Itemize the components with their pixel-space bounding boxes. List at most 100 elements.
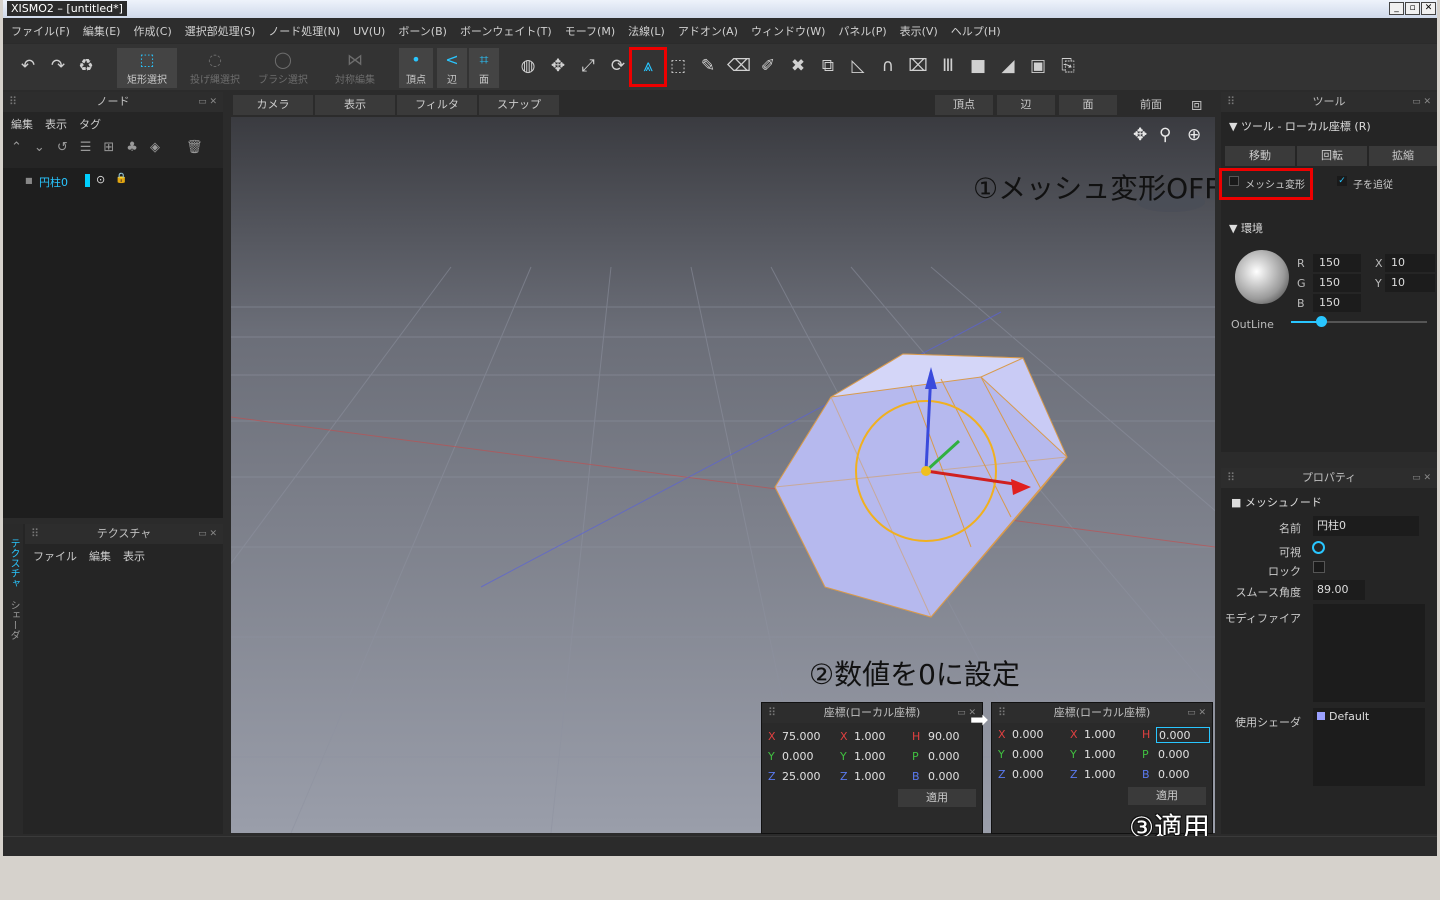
pos-x[interactable]: 75.000: [782, 729, 821, 745]
edge-mode-button[interactable]: < 辺: [437, 48, 467, 88]
edit-box-icon[interactable]: ⎘: [1057, 56, 1079, 76]
extrude-icon[interactable]: ⧉: [817, 56, 839, 76]
gizmo-center[interactable]: [921, 466, 931, 476]
film-icon[interactable]: ▣: [1027, 56, 1049, 76]
snap-dropdown[interactable]: スナップ: [479, 95, 559, 115]
panel-window-icons[interactable]: ▭ ✕: [1412, 468, 1431, 488]
dotted-rect-icon[interactable]: ⬚: [667, 56, 689, 76]
rot-b[interactable]: 0.000: [928, 769, 960, 785]
tab-rotate[interactable]: 回転: [1297, 146, 1367, 166]
symmetric-edit-button[interactable]: ⋈ 対称編集: [325, 48, 385, 88]
lasso-select-button[interactable]: ◌ 投げ縄選択: [185, 48, 245, 88]
menu-edit[interactable]: 編集(E): [83, 23, 121, 39]
trash-icon[interactable]: 🗑: [186, 140, 203, 155]
bars-icon[interactable]: Ⅲ: [937, 56, 959, 76]
drag-handle-icon[interactable]: ⠿: [9, 92, 17, 112]
texture-menu-file[interactable]: ファイル: [33, 548, 77, 564]
zoom-icon[interactable]: ⚲: [1159, 125, 1171, 145]
vertex-mode-button[interactable]: • 頂点: [399, 48, 433, 88]
outline-slider-thumb[interactable]: [1316, 316, 1327, 327]
menu-file[interactable]: ファイル(F): [11, 23, 70, 39]
arrow-up-icon[interactable]: ⌃: [11, 140, 22, 155]
pos-z[interactable]: 25.000: [782, 769, 821, 785]
close-button[interactable]: ✕: [1421, 2, 1436, 15]
rot-h[interactable]: 90.00: [928, 729, 960, 745]
brush-select-button[interactable]: ◯ ブラシ選択: [253, 48, 313, 88]
menu-addon[interactable]: アドオン(A): [678, 23, 738, 39]
pos-y[interactable]: 0.000: [782, 749, 814, 765]
crop-icon[interactable]: ⌧: [907, 56, 929, 76]
lock-checkbox[interactable]: [1313, 561, 1325, 573]
eye-icon[interactable]: ⊙: [96, 173, 105, 186]
visible-radio[interactable]: [1312, 541, 1325, 554]
tab-move[interactable]: 移動: [1225, 146, 1295, 166]
apply-button-left[interactable]: 適用: [898, 789, 976, 807]
panel-window-icons[interactable]: ▭ ✕: [1412, 92, 1431, 112]
scale-y[interactable]: 1.000: [1084, 747, 1116, 763]
drag-handle-icon[interactable]: ⠿: [1227, 468, 1235, 488]
menu-create[interactable]: 作成(C): [133, 23, 171, 39]
refresh-icon[interactable]: ↺: [57, 140, 68, 155]
menu-bone-weight[interactable]: ボーンウェイト(T): [460, 23, 552, 39]
scale-x[interactable]: 1.000: [854, 729, 886, 745]
tree-icon[interactable]: ☰: [80, 140, 92, 155]
shader-default[interactable]: Default: [1329, 710, 1369, 723]
vp-vertex-button[interactable]: 頂点: [935, 95, 993, 115]
texture-menu-edit[interactable]: 編集: [89, 548, 111, 564]
eraser-icon[interactable]: ⌫: [727, 56, 751, 76]
lock-icon[interactable]: 🔒: [115, 173, 127, 184]
menu-selection[interactable]: 選択部処理(S): [185, 23, 256, 39]
pos-y[interactable]: 0.000: [1012, 747, 1044, 763]
recycle-icon[interactable]: ♻: [75, 56, 97, 76]
node-menu-view[interactable]: 表示: [45, 116, 67, 132]
panel-window-icons[interactable]: ▭ ✕: [1187, 703, 1206, 723]
redo-icon[interactable]: ↷: [47, 56, 69, 76]
node-menu-tag[interactable]: タグ: [79, 116, 101, 132]
cube-icon[interactable]: ◈: [150, 140, 160, 155]
menu-help[interactable]: ヘルプ(H): [951, 23, 1001, 39]
env-y-input[interactable]: 10: [1385, 274, 1435, 292]
scale-y[interactable]: 1.000: [854, 749, 886, 765]
bag-icon[interactable]: ■: [967, 56, 989, 76]
node-menu-edit[interactable]: 編集: [11, 116, 33, 132]
camera-dropdown[interactable]: カメラ: [233, 95, 313, 115]
rect-select-button[interactable]: ⬚ 矩形選択: [117, 48, 177, 88]
drag-handle-icon[interactable]: ⠿: [998, 703, 1006, 723]
rotate-icon[interactable]: ⟳: [607, 56, 629, 76]
maximize-button[interactable]: ▫: [1405, 2, 1420, 15]
rot-p[interactable]: 0.000: [928, 749, 960, 765]
tab-scale[interactable]: 拡縮: [1369, 146, 1437, 166]
env-r-input[interactable]: 150: [1313, 254, 1361, 272]
merge-icon[interactable]: ✖: [787, 56, 809, 76]
move-icon[interactable]: ✥: [547, 56, 569, 76]
apply-button-right[interactable]: 適用: [1128, 787, 1206, 805]
drag-handle-icon[interactable]: ⠿: [1227, 92, 1235, 112]
rot-b[interactable]: 0.000: [1158, 767, 1190, 783]
knife-icon[interactable]: ✐: [757, 56, 779, 76]
env-x-input[interactable]: 10: [1385, 254, 1435, 272]
display-dropdown[interactable]: 表示: [315, 95, 395, 115]
drag-handle-icon[interactable]: ⠿: [768, 703, 776, 723]
bevel-icon[interactable]: ◺: [847, 56, 869, 76]
scale-z[interactable]: 1.000: [854, 769, 886, 785]
env-b-input[interactable]: 150: [1313, 294, 1361, 312]
panel-window-icons[interactable]: ▭ ✕: [198, 524, 217, 544]
pos-x[interactable]: 0.000: [1012, 727, 1044, 743]
env-g-input[interactable]: 150: [1313, 274, 1361, 292]
arch-icon[interactable]: ∩: [877, 56, 899, 76]
rot-h-input[interactable]: 0.000: [1156, 727, 1210, 743]
scale-x[interactable]: 1.000: [1084, 727, 1116, 743]
panel-window-icons[interactable]: ▭ ✕: [198, 92, 217, 112]
vp-face-button[interactable]: 面: [1059, 95, 1117, 115]
menu-morph[interactable]: モーフ(M): [565, 23, 615, 39]
shader-list[interactable]: Default: [1313, 708, 1425, 786]
grid-icon[interactable]: ⊞: [103, 140, 114, 155]
orbit-icon[interactable]: ⊕: [1187, 125, 1201, 145]
minimize-button[interactable]: _: [1389, 2, 1404, 15]
node-item-cylinder0[interactable]: 円柱0: [39, 174, 68, 190]
menu-normal[interactable]: 法線(L): [628, 23, 665, 39]
pan-icon[interactable]: ✥: [1133, 125, 1147, 145]
smooth-angle-field[interactable]: 89.00: [1313, 580, 1365, 600]
menu-node[interactable]: ノード処理(N): [268, 23, 340, 39]
pencil-icon[interactable]: ✎: [697, 56, 719, 76]
